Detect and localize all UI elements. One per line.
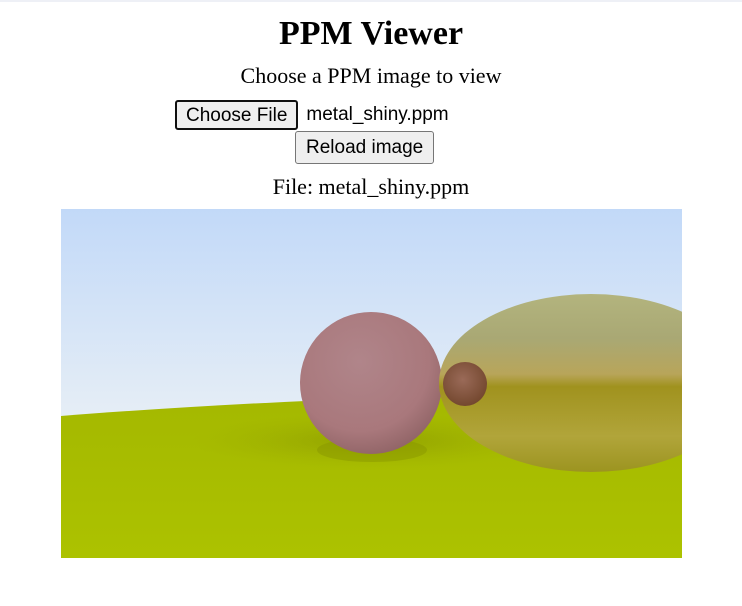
- top-border: [0, 0, 742, 2]
- file-picker: Choose File metal_shiny.ppm: [175, 100, 449, 130]
- ppm-viewer-page: PPM Viewer Choose a PPM image to view Ch…: [0, 0, 742, 606]
- page-title: PPM Viewer: [278, 15, 464, 52]
- reload-image-button[interactable]: Reload image: [295, 131, 435, 164]
- choose-file-button[interactable]: Choose File: [175, 100, 299, 130]
- selected-file-name: metal_shiny.ppm: [306, 104, 449, 125]
- pink-sphere: [300, 312, 442, 454]
- file-info-label: File: metal_shiny.ppm: [272, 174, 470, 199]
- reload-container: Reload image: [295, 131, 435, 164]
- reflected-sphere: [443, 362, 487, 406]
- rendered-image-canvas: [61, 209, 682, 558]
- page-subtitle: Choose a PPM image to view: [240, 63, 502, 88]
- raytraced-scene: [61, 209, 682, 558]
